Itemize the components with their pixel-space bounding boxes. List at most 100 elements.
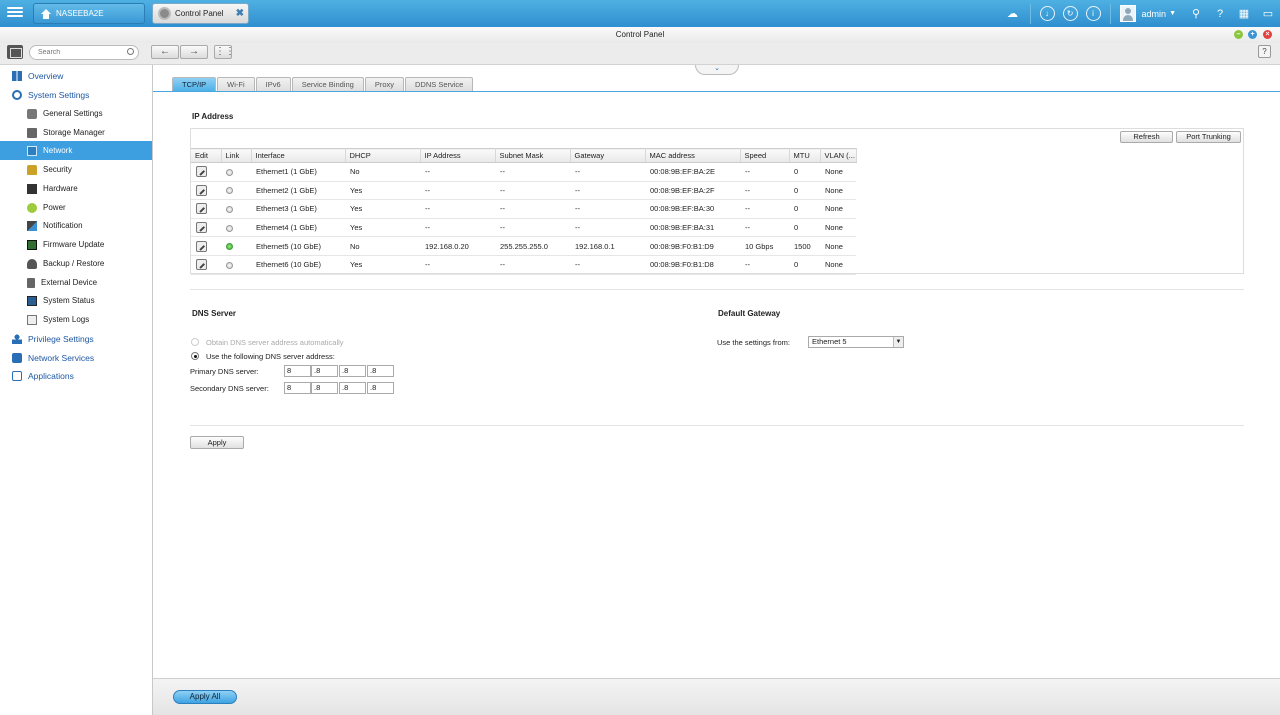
sidebar-item-system-settings[interactable]: System Settings xyxy=(0,85,152,104)
forward-button[interactable]: → xyxy=(180,45,208,59)
sidebar-item-hardware[interactable]: Hardware xyxy=(0,179,152,198)
table-row[interactable]: Ethernet6 (10 GbE) Yes -- -- -- 00:08:9B… xyxy=(191,255,856,275)
edit-icon[interactable] xyxy=(196,203,207,215)
dns-auto-radio[interactable] xyxy=(191,338,199,346)
table-row[interactable]: Ethernet2 (1 GbE) Yes -- -- -- 00:08:9B:… xyxy=(191,181,856,201)
column-header-edit[interactable]: Edit xyxy=(191,148,222,163)
edit-icon[interactable] xyxy=(196,259,207,271)
tab-ipv6[interactable]: IPv6 xyxy=(255,77,291,91)
close-tab-icon[interactable]: ✖ xyxy=(236,8,244,19)
edit-icon[interactable] xyxy=(196,166,207,178)
download-icon[interactable]: ↓ xyxy=(1039,6,1055,21)
column-header-dhcp[interactable]: DHCP xyxy=(345,148,421,163)
tab-ddns-service[interactable]: DDNS Service xyxy=(404,77,474,91)
edit-icon[interactable] xyxy=(196,184,207,196)
sidebar-item-applications[interactable]: Applications xyxy=(0,366,152,385)
help-button[interactable]: ? xyxy=(1258,45,1271,58)
mac-cell: 00:08:9B:F0:B1:D8 xyxy=(645,255,740,275)
user-name[interactable]: admin xyxy=(1142,9,1167,19)
refresh-button[interactable]: Refresh xyxy=(1120,131,1173,143)
sidebar-item-privilege-settings[interactable]: Privilege Settings xyxy=(0,329,152,348)
edit-icon[interactable] xyxy=(196,222,207,234)
close-window-icon[interactable]: × xyxy=(1263,30,1272,39)
control-panel-tab[interactable]: Control Panel ✖ xyxy=(152,3,249,24)
table-row[interactable]: Ethernet5 (10 GbE) No 192.168.0.20 255.2… xyxy=(191,236,856,256)
column-header-mac-address[interactable]: MAC address xyxy=(645,148,741,163)
primary-dns-octet-2[interactable]: .8 xyxy=(311,365,338,377)
apply-button[interactable]: Apply xyxy=(190,436,244,449)
help-icon[interactable]: ? xyxy=(1212,6,1228,22)
search-icon[interactable] xyxy=(127,48,134,55)
table-row[interactable]: Ethernet4 (1 GbE) Yes -- -- -- 00:08:9B:… xyxy=(191,218,856,238)
column-header-mtu[interactable]: MTU xyxy=(789,148,821,163)
link-status-icon xyxy=(226,206,233,213)
chevron-down-icon[interactable]: ▼ xyxy=(893,337,903,347)
column-header-ip-address[interactable]: IP Address xyxy=(420,148,496,163)
sidebar-item-network-services[interactable]: Network Services xyxy=(0,348,152,367)
sidebar-item-external-device[interactable]: External Device xyxy=(0,273,152,292)
column-header-interface[interactable]: Interface xyxy=(251,148,346,163)
gateway-select[interactable]: Ethernet 5 ▼ xyxy=(808,336,904,348)
mask-cell: -- xyxy=(495,199,570,219)
sidebar-item-firmware-update[interactable]: Firmware Update xyxy=(0,235,152,254)
sidebar-item-notification[interactable]: Notification xyxy=(0,216,152,235)
interface-cell: Ethernet5 (10 GbE) xyxy=(251,236,345,256)
apply-all-button[interactable]: Apply All xyxy=(173,690,237,704)
home-tab[interactable]: NASEEBA2E xyxy=(33,3,145,24)
dhcp-cell: No xyxy=(345,236,420,256)
column-header-gateway[interactable]: Gateway xyxy=(570,148,646,163)
apps-icon[interactable]: ▦ xyxy=(1236,6,1252,22)
secondary-dns-octet-3[interactable]: .8 xyxy=(339,382,366,394)
network-services-icon xyxy=(12,352,22,363)
column-header-subnet-mask[interactable]: Subnet Mask xyxy=(495,148,571,163)
info-icon[interactable]: i xyxy=(1085,6,1101,21)
dns-manual-label: Use the following DNS server address: xyxy=(206,352,335,361)
sidebar-item-label: Storage Manager xyxy=(43,128,105,137)
edit-icon[interactable] xyxy=(196,240,207,252)
user-icon[interactable] xyxy=(1119,5,1136,22)
minimize-icon[interactable]: – xyxy=(1234,30,1243,39)
primary-dns-octet-4[interactable]: .8 xyxy=(367,365,394,377)
table-row[interactable]: Ethernet3 (1 GbE) Yes -- -- -- 00:08:9B:… xyxy=(191,199,856,219)
grid-view-icon[interactable]: ⋮⋮ xyxy=(214,45,235,59)
column-header-vlan[interactable]: VLAN (... xyxy=(820,148,857,163)
back-button[interactable]: ← xyxy=(151,45,179,59)
column-header-speed[interactable]: Speed xyxy=(740,148,790,163)
tab-service-binding[interactable]: Service Binding xyxy=(291,77,364,91)
sidebar-item-system-status[interactable]: System Status xyxy=(0,291,152,310)
sidebar-item-network[interactable]: Network xyxy=(0,141,152,160)
tab-tcp-ip[interactable]: TCP/IP xyxy=(172,77,217,91)
column-header-link[interactable]: Link xyxy=(221,148,252,163)
search-input[interactable] xyxy=(29,45,139,60)
table-row[interactable]: Ethernet1 (1 GbE) No -- -- -- 00:08:9B:E… xyxy=(191,162,856,182)
sidebar-item-general-settings[interactable]: General Settings xyxy=(0,104,152,123)
secondary-dns-octet-4[interactable]: .8 xyxy=(367,382,394,394)
tab-proxy[interactable]: Proxy xyxy=(364,77,404,91)
cloud-icon[interactable]: ☁ xyxy=(1005,6,1021,22)
maximize-icon[interactable]: + xyxy=(1248,30,1257,39)
secondary-dns-octet-1[interactable]: 8 xyxy=(284,382,311,394)
primary-dns-octet-3[interactable]: .8 xyxy=(339,365,366,377)
search-icon[interactable]: ⚲ xyxy=(1188,6,1204,22)
sidebar-item-security[interactable]: Security xyxy=(0,160,152,179)
dns-manual-radio[interactable] xyxy=(191,352,199,360)
sidebar-item-power[interactable]: Power xyxy=(0,198,152,217)
sidebar-item-backup-restore[interactable]: Backup / Restore xyxy=(0,254,152,273)
main-menu-icon[interactable] xyxy=(7,5,23,21)
sync-icon[interactable]: ↻ xyxy=(1062,6,1078,21)
sidebar-item-system-logs[interactable]: System Logs xyxy=(0,310,152,329)
home-tab-label: NASEEBA2E xyxy=(56,9,104,18)
tab-wi-fi[interactable]: Wi-Fi xyxy=(217,77,255,91)
sidebar-item-storage-manager[interactable]: Storage Manager xyxy=(0,123,152,142)
sidebar-toggle-icon[interactable] xyxy=(7,45,23,59)
monitor-icon[interactable]: ▭ xyxy=(1260,6,1276,22)
mac-cell: 00:08:9B:EF:BA:2F xyxy=(645,181,740,201)
mask-cell: -- xyxy=(495,218,570,238)
sidebar-item-label: Applications xyxy=(28,370,74,381)
chevron-down-icon[interactable]: ▼ xyxy=(1169,10,1176,17)
secondary-dns-octet-2[interactable]: .8 xyxy=(311,382,338,394)
collapse-panel-icon[interactable]: ⌄ xyxy=(695,65,739,75)
sidebar-item-overview[interactable]: Overview xyxy=(0,66,152,85)
port-trunking-button[interactable]: Port Trunking xyxy=(1176,131,1241,143)
primary-dns-octet-1[interactable]: 8 xyxy=(284,365,311,377)
